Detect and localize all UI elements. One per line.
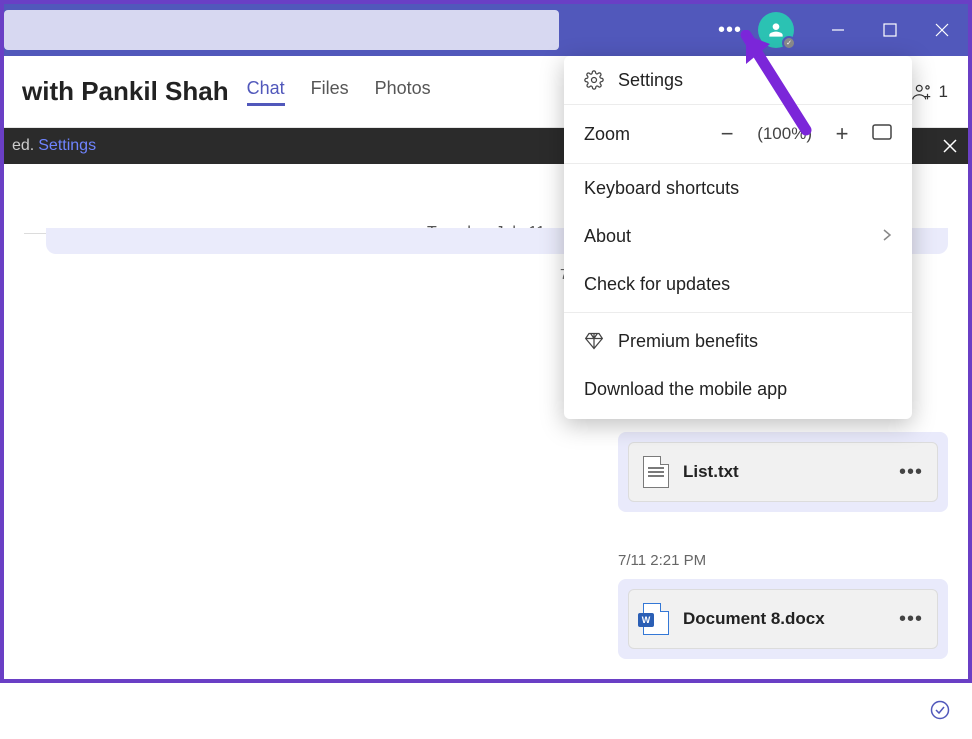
fullscreen-button[interactable] xyxy=(872,124,892,145)
people-add-icon xyxy=(911,81,933,103)
word-file-icon: W xyxy=(643,603,669,635)
menu-label: Settings xyxy=(618,70,683,91)
tab-files[interactable]: Files xyxy=(311,78,349,106)
zoom-label: Zoom xyxy=(584,124,630,145)
chat-title: with Pankil Shah xyxy=(22,76,229,107)
message-block: 7/11 2:21 PM W Document 8.docx ••• xyxy=(618,552,948,659)
zoom-in-button[interactable]: + xyxy=(832,121,852,147)
menu-item-zoom: Zoom − (100%) + xyxy=(564,104,912,164)
attachment[interactable]: W Document 8.docx ••• xyxy=(628,589,938,649)
diamond-icon xyxy=(584,331,604,351)
tab-photos[interactable]: Photos xyxy=(375,78,431,106)
person-icon xyxy=(766,20,786,40)
attachment-more-button[interactable]: ••• xyxy=(899,461,923,484)
more-options-button[interactable]: ••• xyxy=(708,4,752,56)
tab-chat[interactable]: Chat xyxy=(247,78,285,106)
attachment-more-button[interactable]: ••• xyxy=(899,608,923,631)
zoom-out-button[interactable]: − xyxy=(717,121,737,147)
participant-count: 1 xyxy=(939,82,948,102)
gear-icon xyxy=(584,70,604,90)
menu-item-keyboard-shortcuts[interactable]: Keyboard shortcuts xyxy=(564,164,912,212)
title-bar: ••• xyxy=(4,4,968,56)
notice-text: ed. xyxy=(12,137,34,155)
user-avatar[interactable] xyxy=(758,12,794,48)
maximize-button[interactable] xyxy=(864,4,916,56)
chevron-right-icon xyxy=(882,226,892,247)
menu-label: Download the mobile app xyxy=(584,379,787,400)
tabs: Chat Files Photos xyxy=(247,78,431,106)
zoom-controls: − (100%) + xyxy=(717,121,892,147)
message-block: List.txt ••• xyxy=(618,432,948,512)
menu-separator xyxy=(564,312,912,313)
menu-item-settings[interactable]: Settings xyxy=(564,56,912,104)
attachment[interactable]: List.txt ••• xyxy=(628,442,938,502)
sent-status-icon xyxy=(930,700,950,725)
zoom-value: (100%) xyxy=(757,124,812,144)
notice-close-button[interactable] xyxy=(932,128,968,164)
menu-item-premium[interactable]: Premium benefits xyxy=(564,317,912,365)
notice-settings-link[interactable]: Settings xyxy=(38,137,96,155)
close-button[interactable] xyxy=(916,4,968,56)
menu-label: Keyboard shortcuts xyxy=(584,178,739,199)
menu-item-about[interactable]: About xyxy=(564,212,912,260)
search-input[interactable] xyxy=(4,10,559,50)
text-file-icon xyxy=(643,456,669,488)
titlebar-right: ••• xyxy=(708,4,968,56)
file-name: Document 8.docx xyxy=(683,609,825,629)
minimize-button[interactable] xyxy=(812,4,864,56)
status-badge-icon xyxy=(782,36,796,50)
menu-item-check-updates[interactable]: Check for updates xyxy=(564,260,912,308)
menu-label: About xyxy=(584,226,631,247)
more-options-menu: Settings Zoom − (100%) + Keyboard shortc… xyxy=(564,56,912,419)
participants-button[interactable]: 1 xyxy=(911,81,948,103)
file-name: List.txt xyxy=(683,462,739,482)
menu-item-mobile-app[interactable]: Download the mobile app xyxy=(564,365,912,413)
message-bubble[interactable]: List.txt ••• xyxy=(618,432,948,512)
menu-label: Premium benefits xyxy=(618,331,758,352)
message-bubble[interactable]: W Document 8.docx ••• xyxy=(618,579,948,659)
message-timestamp: 7/11 2:21 PM xyxy=(618,552,948,569)
menu-label: Check for updates xyxy=(584,274,730,295)
